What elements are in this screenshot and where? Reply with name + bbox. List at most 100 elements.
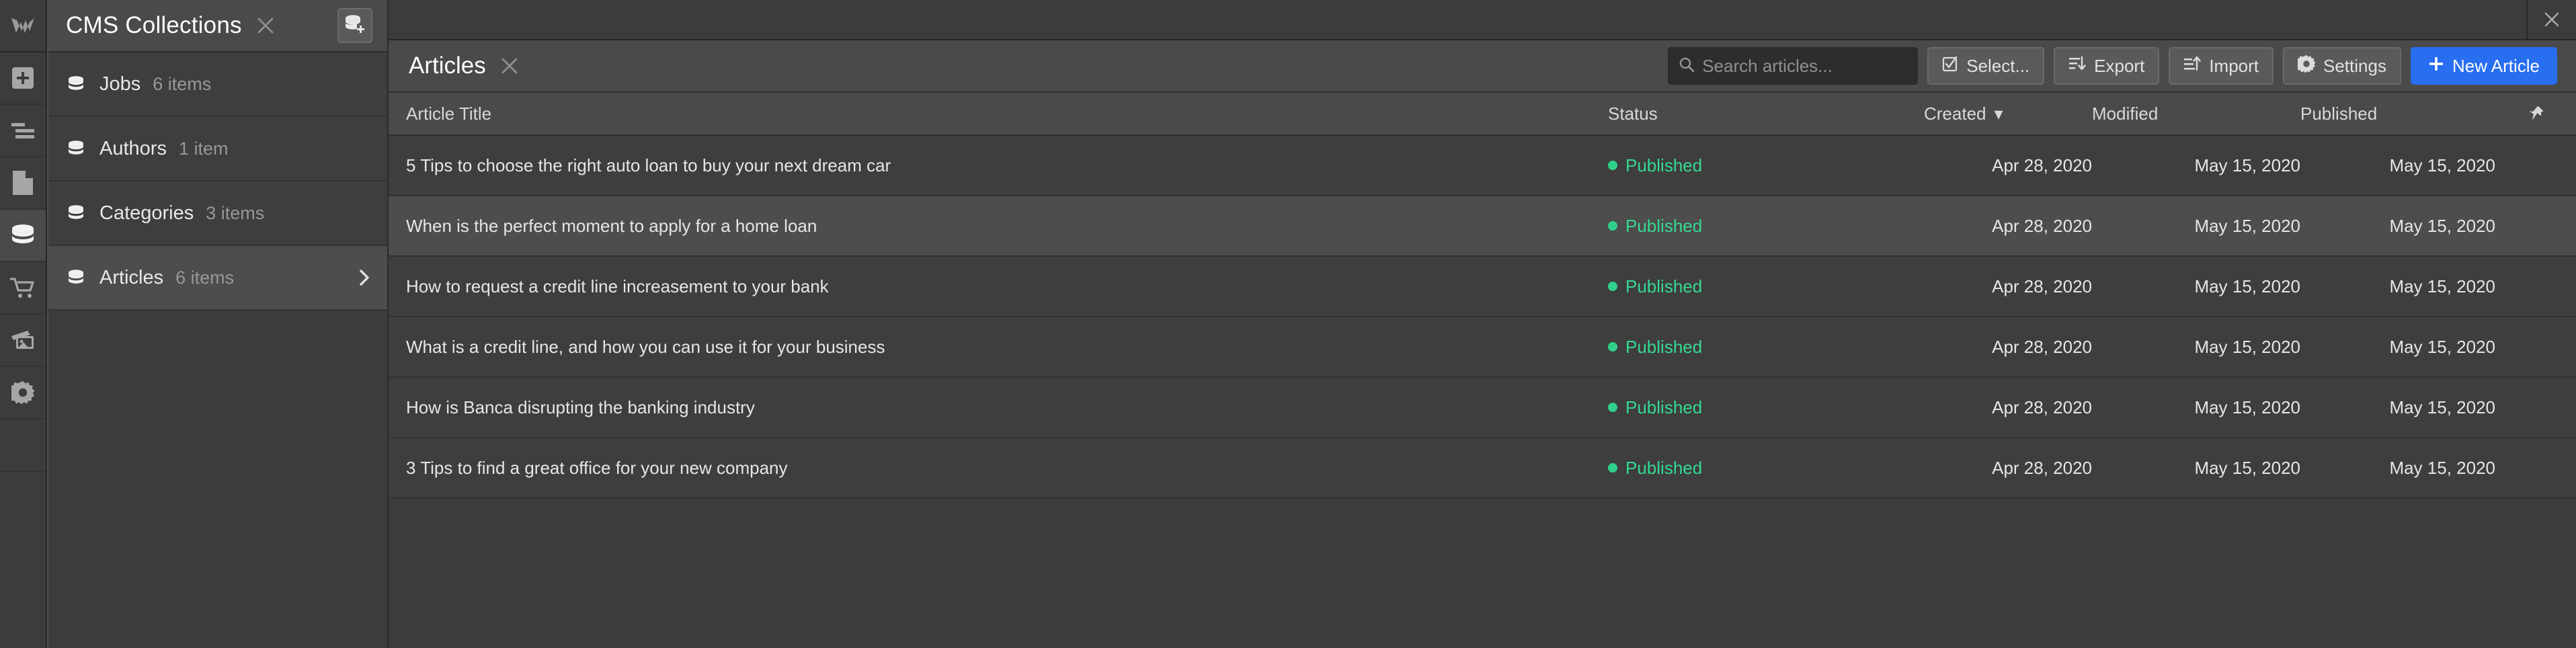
cell-published: May 15, 2020 bbox=[2389, 215, 2495, 236]
checkbox-checked-icon bbox=[1942, 56, 1958, 77]
collection-list: Jobs 6 items Authors 1 item Categories 3… bbox=[48, 52, 387, 648]
cell-published: May 15, 2020 bbox=[2389, 155, 2495, 175]
search-input[interactable]: Search articles... bbox=[1668, 47, 1919, 85]
settings-button[interactable]: Settings bbox=[2283, 47, 2401, 85]
table-row[interactable]: What is a credit line, and how you can u… bbox=[389, 317, 2576, 378]
cell-modified: May 15, 2020 bbox=[2194, 276, 2300, 296]
collection-item-count: 6 items bbox=[175, 267, 235, 288]
table-row[interactable]: How to request a credit line increasemen… bbox=[389, 257, 2576, 317]
left-icon-rail bbox=[0, 0, 47, 648]
page-icon bbox=[13, 171, 33, 195]
cell-title: 3 Tips to find a great office for your n… bbox=[406, 457, 788, 478]
cell-modified: May 15, 2020 bbox=[2194, 215, 2300, 236]
table-empty-space bbox=[389, 499, 2576, 648]
collection-name: Authors bbox=[99, 137, 167, 159]
rail-item-navigator[interactable] bbox=[0, 105, 46, 157]
rail-item-pages[interactable] bbox=[0, 157, 46, 210]
articles-toolbar: Search articles... Select... Export Impo… bbox=[1668, 47, 2557, 85]
select-button[interactable]: Select... bbox=[1927, 47, 2045, 85]
column-header-created-label: Created bbox=[1924, 103, 1986, 124]
status-dot bbox=[1608, 463, 1617, 473]
cell-published: May 15, 2020 bbox=[2389, 276, 2495, 296]
cell-created: Apr 28, 2020 bbox=[1992, 155, 2092, 175]
column-header-created[interactable]: Created ▾ bbox=[1924, 104, 2092, 124]
cell-title: How to request a credit line increasemen… bbox=[406, 276, 829, 296]
cell-published: May 15, 2020 bbox=[2389, 336, 2495, 357]
window-titlebar bbox=[389, 0, 2576, 40]
cell-created: Apr 28, 2020 bbox=[1992, 397, 2092, 417]
status-badge: Published bbox=[1608, 155, 1924, 176]
plus-square-icon bbox=[11, 67, 34, 89]
column-header-title[interactable]: Article Title bbox=[389, 104, 1608, 124]
cell-modified: May 15, 2020 bbox=[2194, 336, 2300, 357]
gear-icon bbox=[2295, 54, 2316, 77]
status-badge: Published bbox=[1608, 397, 1924, 418]
new-article-button[interactable]: New Article bbox=[2410, 47, 2557, 85]
new-collection-button[interactable] bbox=[337, 8, 372, 43]
gear-icon bbox=[11, 381, 34, 404]
status-badge: Published bbox=[1608, 458, 1924, 479]
column-header-published[interactable]: Published bbox=[2300, 104, 2495, 124]
cell-title: How is Banca disrupting the banking indu… bbox=[406, 397, 755, 417]
collection-item-jobs[interactable]: Jobs 6 items bbox=[48, 52, 387, 117]
cell-created: Apr 28, 2020 bbox=[1992, 276, 2092, 296]
table-row[interactable]: When is the perfect moment to apply for … bbox=[389, 196, 2576, 257]
table-row[interactable]: How is Banca disrupting the banking indu… bbox=[389, 378, 2576, 438]
articles-table: Article Title Status Created ▾ Modified … bbox=[389, 93, 2576, 648]
table-row[interactable]: 5 Tips to choose the right auto loan to … bbox=[389, 136, 2576, 196]
collection-item-articles[interactable]: Articles 6 items bbox=[48, 246, 387, 311]
close-icon[interactable] bbox=[2526, 0, 2576, 39]
collection-name: Categories bbox=[99, 202, 194, 224]
rail-item-ecommerce[interactable] bbox=[0, 262, 46, 315]
cell-title: When is the perfect moment to apply for … bbox=[406, 215, 817, 236]
panel-title: CMS Collections bbox=[66, 12, 242, 38]
status-dot bbox=[1608, 221, 1617, 231]
select-button-label: Select... bbox=[1966, 55, 2030, 76]
close-icon[interactable] bbox=[498, 54, 521, 77]
export-button[interactable]: Export bbox=[2054, 47, 2160, 85]
rail-item-settings[interactable] bbox=[0, 367, 46, 419]
rail-item-webflow-logo[interactable] bbox=[0, 0, 46, 52]
cms-collections-panel: CMS Collections Jobs 6 items Authors 1 i… bbox=[47, 0, 389, 648]
database-icon bbox=[67, 140, 91, 157]
status-dot bbox=[1608, 403, 1617, 412]
collection-item-categories[interactable]: Categories 3 items bbox=[48, 181, 387, 246]
webflow-designer-window: CMS Collections Jobs 6 items Authors 1 i… bbox=[0, 0, 2576, 648]
cms-collections-header: CMS Collections bbox=[48, 0, 387, 52]
import-button[interactable]: Import bbox=[2169, 47, 2273, 85]
database-icon bbox=[11, 225, 35, 246]
page-title: Articles bbox=[409, 52, 486, 79]
navigator-icon bbox=[11, 122, 34, 139]
close-icon[interactable] bbox=[254, 14, 277, 37]
import-button-label: Import bbox=[2209, 55, 2259, 76]
plus-icon bbox=[2428, 56, 2444, 77]
rail-item-add-element[interactable] bbox=[0, 52, 46, 105]
collection-item-count: 3 items bbox=[206, 202, 265, 223]
search-icon bbox=[1679, 56, 1695, 76]
status-badge: Published bbox=[1608, 337, 1924, 358]
status-badge: Published bbox=[1608, 276, 1924, 297]
status-label: Published bbox=[1625, 276, 1703, 296]
database-icon bbox=[67, 76, 91, 92]
status-badge: Published bbox=[1608, 216, 1924, 237]
column-header-status[interactable]: Status bbox=[1608, 104, 1924, 124]
cell-created: Apr 28, 2020 bbox=[1992, 457, 2092, 478]
cell-title: 5 Tips to choose the right auto loan to … bbox=[406, 155, 891, 175]
table-row[interactable]: 3 Tips to find a great office for your n… bbox=[389, 438, 2576, 499]
column-header-modified[interactable]: Modified bbox=[2092, 104, 2300, 124]
pin-icon[interactable] bbox=[2495, 105, 2576, 122]
cell-published: May 15, 2020 bbox=[2389, 457, 2495, 478]
images-icon bbox=[10, 330, 36, 350]
cell-created: Apr 28, 2020 bbox=[1992, 336, 2092, 357]
status-dot bbox=[1608, 282, 1617, 291]
status-dot bbox=[1608, 342, 1617, 352]
collection-item-authors[interactable]: Authors 1 item bbox=[48, 117, 387, 181]
rail-item-cms[interactable] bbox=[0, 210, 46, 262]
cell-published: May 15, 2020 bbox=[2389, 397, 2495, 417]
main-area: Articles Search articles... Select... Ex… bbox=[389, 0, 2576, 648]
rail-item-assets[interactable] bbox=[0, 315, 46, 367]
collection-item-count: 1 item bbox=[178, 138, 229, 159]
status-label: Published bbox=[1625, 457, 1703, 478]
webflow-logo-icon bbox=[9, 16, 36, 35]
new-article-button-label: New Article bbox=[2452, 55, 2540, 76]
